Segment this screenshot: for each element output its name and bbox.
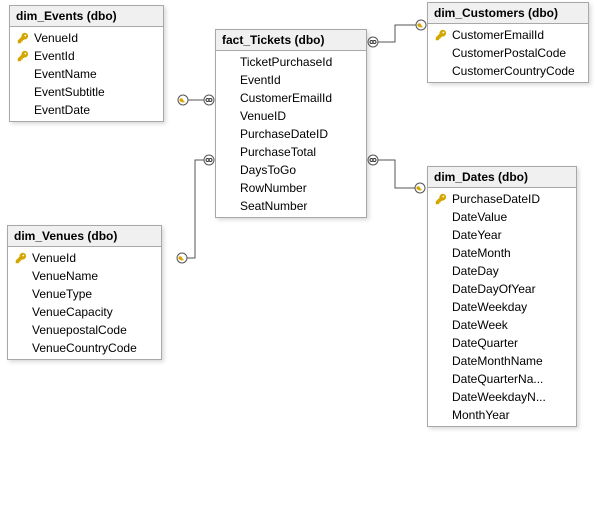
column-name: CustomerEmailId <box>238 91 332 105</box>
column-list: CustomerEmailId CustomerPostalCode Custome… <box>428 24 588 82</box>
column-row[interactable]: MonthYear <box>428 406 576 424</box>
column-name: VenueId <box>30 251 76 265</box>
column-list: VenueId VenueName VenueType VenueCapacity Ve… <box>8 247 161 359</box>
column-row[interactable]: EventDate <box>10 101 163 119</box>
column-name: EventDate <box>32 103 90 117</box>
table-header: fact_Tickets (dbo) <box>216 30 366 51</box>
column-name: DateQuarterNa... <box>450 372 543 386</box>
column-name: EventId <box>32 49 75 63</box>
column-row[interactable]: EventSubtitle <box>10 83 163 101</box>
column-name: DateYear <box>450 228 502 242</box>
column-name: CustomerPostalCode <box>450 46 566 60</box>
column-row[interactable]: CustomerPostalCode <box>428 44 588 62</box>
column-name: VenueName <box>30 269 98 283</box>
primary-key-icon <box>432 193 450 205</box>
column-row[interactable]: DateDayOfYear <box>428 280 576 298</box>
table-header: dim_Events (dbo) <box>10 6 163 27</box>
column-row[interactable]: VenueType <box>8 285 161 303</box>
column-row[interactable]: VenueName <box>8 267 161 285</box>
column-row[interactable]: DateQuarter <box>428 334 576 352</box>
relation-tickets-customers <box>368 20 426 47</box>
column-row[interactable]: VenueCapacity <box>8 303 161 321</box>
column-name: EventId <box>238 73 281 87</box>
column-name: DateWeekdayN... <box>450 390 546 404</box>
table-dim-events[interactable]: dim_Events (dbo) VenueId EventId EventName… <box>9 5 164 122</box>
column-name: EventName <box>32 67 97 81</box>
column-row[interactable]: DateQuarterNa... <box>428 370 576 388</box>
column-name: DateQuarter <box>450 336 518 350</box>
table-header: dim_Dates (dbo) <box>428 167 576 188</box>
column-row[interactable]: RowNumber <box>216 179 366 197</box>
column-name: TicketPurchaseId <box>238 55 332 69</box>
column-row[interactable]: PurchaseDateID <box>428 190 576 208</box>
column-row[interactable]: DaysToGo <box>216 161 366 179</box>
column-row[interactable]: PurchaseDateID <box>216 125 366 143</box>
column-row[interactable]: CustomerEmailId <box>428 26 588 44</box>
column-name: VenueCapacity <box>30 305 113 319</box>
column-name: VenueID <box>238 109 286 123</box>
column-name: EventSubtitle <box>32 85 105 99</box>
column-row[interactable]: EventId <box>216 71 366 89</box>
table-dim-venues[interactable]: dim_Venues (dbo) VenueId VenueName VenueTy… <box>7 225 162 360</box>
column-row[interactable]: TicketPurchaseId <box>216 53 366 71</box>
primary-key-icon <box>432 29 450 41</box>
table-header: dim_Customers (dbo) <box>428 3 588 24</box>
primary-key-icon <box>14 50 32 62</box>
column-name: DaysToGo <box>238 163 296 177</box>
column-list: PurchaseDateID DateValue DateYear DateMonth… <box>428 188 576 426</box>
column-name: PurchaseDateID <box>238 127 328 141</box>
column-name: DateMonthName <box>450 354 543 368</box>
column-name: MonthYear <box>450 408 510 422</box>
column-name: CustomerEmailId <box>450 28 544 42</box>
column-name: DateMonth <box>450 246 511 260</box>
column-row[interactable]: PurchaseTotal <box>216 143 366 161</box>
relation-tickets-dates <box>368 155 425 193</box>
column-row[interactable]: DateWeekdayN... <box>428 388 576 406</box>
column-name: RowNumber <box>238 181 307 195</box>
column-row[interactable]: DateMonth <box>428 244 576 262</box>
column-name: SeatNumber <box>238 199 307 213</box>
relation-tickets-events <box>178 95 214 105</box>
column-name: DateDay <box>450 264 499 278</box>
column-row[interactable]: EventId <box>10 47 163 65</box>
column-row[interactable]: DateWeek <box>428 316 576 334</box>
column-name: VenueId <box>32 31 78 45</box>
column-row[interactable]: DateMonthName <box>428 352 576 370</box>
column-name: VenueType <box>30 287 92 301</box>
primary-key-icon <box>14 32 32 44</box>
column-name: PurchaseTotal <box>238 145 316 159</box>
column-row[interactable]: CustomerCountryCode <box>428 62 588 80</box>
column-name: DateValue <box>450 210 507 224</box>
column-list: TicketPurchaseId EventId CustomerEmailId Ve… <box>216 51 366 217</box>
column-name: DateDayOfYear <box>450 282 536 296</box>
column-row[interactable]: EventName <box>10 65 163 83</box>
column-row[interactable]: DateDay <box>428 262 576 280</box>
column-row[interactable]: CustomerEmailId <box>216 89 366 107</box>
column-name: DateWeekday <box>450 300 527 314</box>
column-name: VenueCountryCode <box>30 341 137 355</box>
primary-key-icon <box>12 252 30 264</box>
column-row[interactable]: VenuepostalCode <box>8 321 161 339</box>
table-dim-dates[interactable]: dim_Dates (dbo) PurchaseDateID DateValue D… <box>427 166 577 427</box>
column-row[interactable]: SeatNumber <box>216 197 366 215</box>
column-name: CustomerCountryCode <box>450 64 575 78</box>
column-row[interactable]: DateYear <box>428 226 576 244</box>
column-row[interactable]: VenueID <box>216 107 366 125</box>
column-row[interactable]: VenueCountryCode <box>8 339 161 357</box>
relation-tickets-venues <box>177 155 214 263</box>
column-name: PurchaseDateID <box>450 192 540 206</box>
column-list: VenueId EventId EventName EventSubtitle Even… <box>10 27 163 121</box>
column-row[interactable]: VenueId <box>10 29 163 47</box>
column-name: DateWeek <box>450 318 508 332</box>
column-row[interactable]: DateWeekday <box>428 298 576 316</box>
column-row[interactable]: VenueId <box>8 249 161 267</box>
table-fact-tickets[interactable]: fact_Tickets (dbo) TicketPurchaseId Event… <box>215 29 367 218</box>
column-name: VenuepostalCode <box>30 323 127 337</box>
table-header: dim_Venues (dbo) <box>8 226 161 247</box>
column-row[interactable]: DateValue <box>428 208 576 226</box>
table-dim-customers[interactable]: dim_Customers (dbo) CustomerEmailIdCusto… <box>427 2 589 83</box>
